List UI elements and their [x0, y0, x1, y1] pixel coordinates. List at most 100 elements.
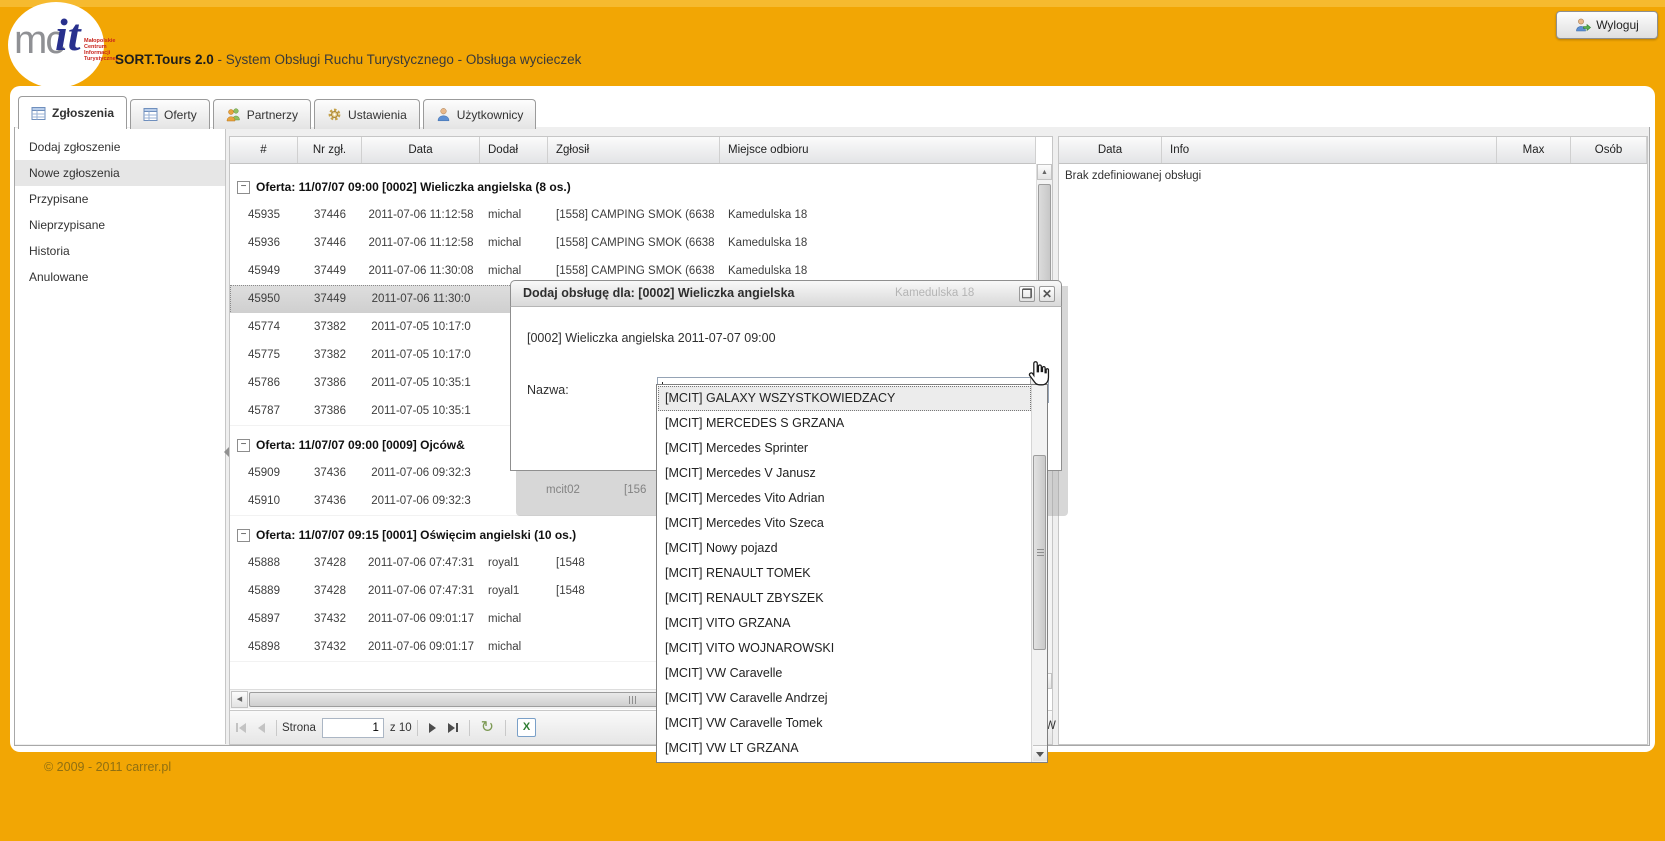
- app-title: SORT.Tours 2.0 - System Obsługi Ruchu Tu…: [115, 52, 581, 67]
- page-number-input[interactable]: [322, 718, 384, 738]
- tab-label: Zgłoszenia: [52, 106, 114, 120]
- tab-partnerzy[interactable]: Partnerzy: [213, 99, 311, 129]
- dropdown-item[interactable]: [MCIT] VW Caravelle: [658, 661, 1031, 686]
- sidebar-item-nieprzypisane[interactable]: Nieprzypisane: [15, 212, 225, 238]
- logo-it-text: it: [55, 12, 81, 58]
- cell-nr: 37432: [298, 633, 362, 661]
- dropdown-item[interactable]: [MCIT] GALAXY WSZYSTKOWIEDZACY: [658, 386, 1031, 411]
- cell-id: 45897: [230, 605, 298, 633]
- cell-zglosil: [1558] CAMPING SMOK (6638: [548, 229, 720, 257]
- logout-button[interactable]: Wyloguj: [1556, 11, 1658, 39]
- group-header-row[interactable]: −Oferta: 11/07/07 09:00 [0002] Wieliczka…: [230, 173, 1036, 202]
- cell-data: 2011-07-06 09:32:3: [362, 487, 480, 515]
- cell-id: 45950: [230, 285, 298, 313]
- cell-dodal: michal: [480, 229, 548, 257]
- group-label: Oferta: 11/07/07 09:00 [0002] Wieliczka …: [256, 173, 571, 201]
- dropdown-item[interactable]: [MCIT] VW Caravelle Andrzej: [658, 686, 1031, 711]
- table-icon: [31, 106, 46, 121]
- gear-icon: [327, 107, 342, 122]
- dropdown-scroll-thumb[interactable]: [1033, 455, 1046, 650]
- hand-cursor-icon: [1026, 360, 1052, 395]
- service-panel-empty-text: Brak zdefiniowanej obsługi: [1065, 170, 1201, 182]
- collapse-sidebar-icon[interactable]: [224, 447, 229, 457]
- dropdown-item[interactable]: [MCIT] Mercedes Vito Adrian: [658, 486, 1031, 511]
- toolbar-separator: [505, 720, 506, 736]
- service-panel-header: DataInfoMaxOsób: [1059, 137, 1647, 164]
- excel-export-icon[interactable]: X: [517, 718, 536, 737]
- dropdown-item[interactable]: [MCIT] VW LT GRZANA: [658, 736, 1031, 761]
- next-page-button[interactable]: [429, 723, 436, 733]
- logout-user-icon: [1575, 17, 1591, 33]
- cell-nr: 37446: [298, 229, 362, 257]
- copyright-text: © 2009 - 2011 carrer.pl: [44, 760, 171, 774]
- scroll-down-icon[interactable]: [1033, 745, 1047, 761]
- dropdown-item[interactable]: [MCIT] Mercedes V Janusz: [658, 461, 1031, 486]
- table-row[interactable]: 45935374462011-07-06 11:12:58michal[1558…: [230, 201, 1036, 230]
- cell-data: 2011-07-06 07:47:31: [362, 549, 480, 577]
- last-page-button[interactable]: [448, 723, 458, 733]
- cell-data: 2011-07-06 09:01:17: [362, 633, 480, 661]
- maximize-icon[interactable]: ❐: [1019, 286, 1035, 302]
- dropdown-item[interactable]: [MCIT] Mercedes Sprinter: [658, 436, 1031, 461]
- column-header-info[interactable]: Info: [1162, 137, 1497, 163]
- collapse-group-icon[interactable]: −: [237, 439, 250, 452]
- tab-oferty[interactable]: Oferty: [130, 99, 210, 129]
- dropdown-item[interactable]: [MCIT] RENAULT ZBYSZEK: [658, 586, 1031, 611]
- dropdown-item[interactable]: [MCIT] Nowy pojazd: [658, 536, 1031, 561]
- collapse-group-icon[interactable]: −: [237, 529, 250, 542]
- collapse-group-icon[interactable]: −: [237, 181, 250, 194]
- sidebar-item-przypisane[interactable]: Przypisane: [15, 186, 225, 212]
- cell-id: 45786: [230, 369, 298, 397]
- sidebar-item-dodaj-zgloszenie[interactable]: Dodaj zgłoszenie: [15, 134, 225, 160]
- service-panel: DataInfoMaxOsób Brak zdefiniowanej obsłu…: [1058, 136, 1648, 745]
- page-label: Strona: [282, 722, 316, 734]
- dropdown-item[interactable]: [MCIT] Mercedes Vito Szeca: [658, 511, 1031, 536]
- cell-nr: 37446: [298, 201, 362, 229]
- dialog-title: Dodaj obsługę dla: [0002] Wieliczka angi…: [523, 286, 795, 300]
- scroll-grip-icon: [1037, 549, 1044, 557]
- column-header-osob[interactable]: Osób: [1571, 137, 1647, 163]
- cell-miejsce: Kamedulska 18: [720, 229, 1036, 257]
- sidebar-item-anulowane[interactable]: Anulowane: [15, 264, 225, 290]
- cell-data: 2011-07-06 09:01:17: [362, 605, 480, 633]
- cell-id: 45774: [230, 313, 298, 341]
- cell-data: 2011-07-05 10:17:0: [362, 341, 480, 369]
- application-window: mc it Małopolskie Centrum Informacji Tur…: [0, 0, 1665, 841]
- cell-dodal: michal: [480, 201, 548, 229]
- dropdown-item[interactable]: [MCIT] RENAULT TOMEK: [658, 561, 1031, 586]
- sidebar-item-nowe-zgloszenia[interactable]: Nowe zgłoszenia: [15, 160, 225, 186]
- dropdown-scrollbar[interactable]: [1031, 385, 1047, 762]
- dropdown-item[interactable]: [MCIT] VITO WOJNAROWSKI: [658, 636, 1031, 661]
- close-icon[interactable]: ✕: [1039, 286, 1055, 302]
- cell-data: 2011-07-06 11:30:0: [362, 285, 480, 313]
- tab-label: Użytkownicy: [457, 108, 524, 122]
- dialog-title-bar[interactable]: Dodaj obsługę dla: [0002] Wieliczka angi…: [510, 280, 1062, 307]
- table-row[interactable]: 45936374462011-07-06 11:12:58michal[1558…: [230, 229, 1036, 258]
- tab-zgloszenia[interactable]: Zgłoszenia: [18, 96, 127, 129]
- page-count-label: z 10: [390, 722, 412, 734]
- faded-background-text: Kamedulska 18: [895, 281, 974, 306]
- tab-strip: Zgłoszenia Oferty Partnerzy Ustawienia Użytk…: [18, 96, 536, 129]
- tab-label: Partnerzy: [247, 108, 298, 122]
- cell-id: 45949: [230, 257, 298, 285]
- dropdown-item[interactable]: [MCIT] VITO GRZANA: [658, 611, 1031, 636]
- first-page-button[interactable]: [236, 723, 246, 733]
- cell-data: 2011-07-06 07:47:31: [362, 577, 480, 605]
- column-header-data[interactable]: Data: [1059, 137, 1162, 163]
- dialog-subtitle: [0002] Wieliczka angielska 2011-07-07 09…: [527, 331, 776, 345]
- scroll-left-icon[interactable]: ◀: [231, 691, 248, 708]
- refresh-icon[interactable]: ↻: [481, 720, 494, 736]
- tab-label: Ustawienia: [348, 108, 407, 122]
- column-header-max[interactable]: Max: [1497, 137, 1571, 163]
- logout-label: Wyloguj: [1596, 18, 1639, 32]
- previous-page-button[interactable]: [258, 723, 265, 733]
- scroll-up-icon[interactable]: ▲: [1037, 164, 1052, 180]
- dropdown-item[interactable]: [MCIT] MERCEDES S GRZANA: [658, 411, 1031, 436]
- tab-ustawienia[interactable]: Ustawienia: [314, 99, 420, 129]
- cell-dodal: michal: [480, 633, 548, 661]
- cell-id: 45910: [230, 487, 298, 515]
- tab-uzytkownicy[interactable]: Użytkownicy: [423, 99, 537, 129]
- sidebar-item-historia[interactable]: Historia: [15, 238, 225, 264]
- cell-id: 45889: [230, 577, 298, 605]
- dropdown-item[interactable]: [MCIT] VW Caravelle Tomek: [658, 711, 1031, 736]
